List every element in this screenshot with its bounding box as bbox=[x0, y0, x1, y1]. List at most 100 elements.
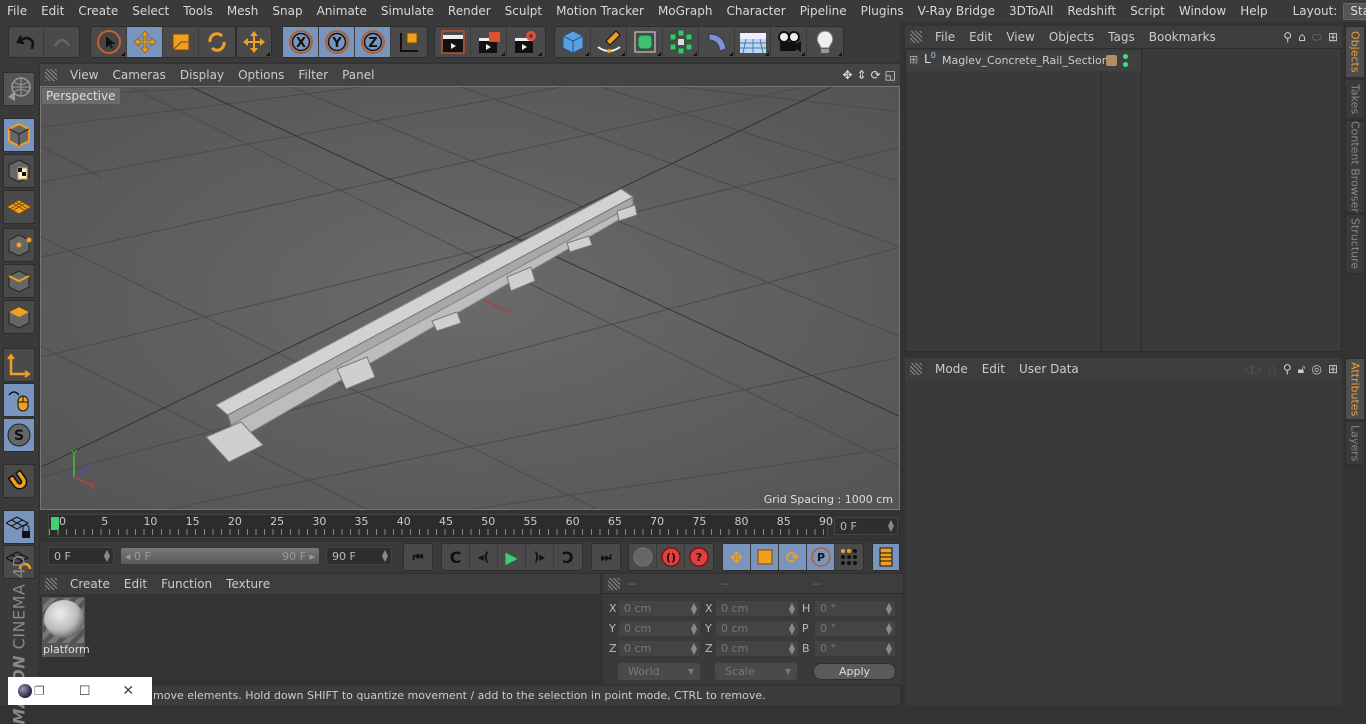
spinner-icon[interactable]: ▲ ▼ bbox=[691, 601, 697, 615]
redo-button[interactable] bbox=[44, 27, 79, 57]
menu-mograph[interactable]: MoGraph bbox=[651, 4, 720, 18]
3d-viewport[interactable] bbox=[40, 86, 900, 510]
viewport-menu-panel[interactable]: Panel bbox=[335, 68, 381, 82]
lock-workplane-button[interactable] bbox=[3, 510, 35, 544]
viewport-menu-options[interactable]: Options bbox=[231, 68, 291, 82]
menu-3dtoall[interactable]: 3DToAll bbox=[1002, 4, 1060, 18]
spinner-icon[interactable]: ▲ ▼ bbox=[789, 621, 795, 635]
panel-grip-icon[interactable] bbox=[608, 578, 620, 590]
frame-range-slider[interactable]: ◂ 0 F 90 F ▸ bbox=[120, 547, 320, 565]
previous-key-button[interactable]: C bbox=[442, 544, 470, 570]
key-position-button[interactable]: ✥ bbox=[723, 544, 751, 570]
coordinate-space-dropdown[interactable]: World ▼ bbox=[618, 663, 700, 680]
y-axis-button[interactable]: Y bbox=[319, 27, 355, 57]
autokey-button[interactable]: () bbox=[657, 544, 685, 570]
menu-mesh[interactable]: Mesh bbox=[220, 4, 266, 18]
spinner-icon[interactable]: ▲ ▼ bbox=[886, 601, 892, 615]
editor-visibility-dot[interactable] bbox=[1123, 54, 1128, 59]
size-y-field[interactable]: 0 cm ▲ ▼ bbox=[715, 620, 799, 637]
keyframe-selection-button[interactable]: ? bbox=[685, 544, 713, 570]
panel-grip-icon[interactable] bbox=[910, 31, 922, 43]
coordinate-system-button[interactable] bbox=[391, 27, 427, 57]
pos-y-field[interactable]: 0 cm ▲ ▼ bbox=[618, 620, 701, 637]
orbit-icon[interactable]: ⟳ bbox=[871, 68, 881, 82]
menu-file[interactable]: File bbox=[0, 4, 34, 18]
menu-create[interactable]: Create bbox=[71, 4, 125, 18]
render-settings-button[interactable] bbox=[507, 27, 543, 57]
eye-icon[interactable]: ⬭ bbox=[1312, 30, 1322, 45]
record-keys-button[interactable] bbox=[629, 544, 657, 570]
size-z-field[interactable]: 0 cm ▲ ▼ bbox=[715, 640, 799, 657]
material-menu-edit[interactable]: Edit bbox=[117, 577, 154, 591]
viewport-menu-cameras[interactable]: Cameras bbox=[105, 68, 172, 82]
tab-content-browser[interactable]: Content Browser bbox=[1345, 120, 1365, 213]
x-axis-button[interactable]: X bbox=[283, 27, 319, 57]
viewport-menu-display[interactable]: Display bbox=[173, 68, 231, 82]
rot-h-field[interactable]: 0 ° ▲ ▼ bbox=[814, 600, 896, 617]
menu-window[interactable]: Window bbox=[1172, 4, 1233, 18]
start-frame-field[interactable]: 0 F ▲ ▼ bbox=[48, 547, 114, 565]
viewport-menu-view[interactable]: View bbox=[63, 68, 105, 82]
tab-objects[interactable]: Objects bbox=[1345, 26, 1365, 78]
attribute-menu-user-data[interactable]: User Data bbox=[1012, 362, 1086, 376]
pen-spline-button[interactable] bbox=[591, 27, 627, 57]
pos-z-field[interactable]: 0 cm ▲ ▼ bbox=[618, 640, 701, 657]
apply-button[interactable]: Apply bbox=[813, 663, 896, 680]
move-button[interactable] bbox=[127, 27, 163, 57]
menu-select[interactable]: Select bbox=[125, 4, 176, 18]
timeline-ruler[interactable]: 0 5 10 15 20 25 30 35 40 45 50 55 60 65 70 75 80 85 90 bbox=[48, 514, 833, 538]
light-button[interactable] bbox=[807, 27, 843, 57]
menu-simulate[interactable]: Simulate bbox=[374, 4, 441, 18]
go-to-start-button[interactable]: ⏮ bbox=[404, 544, 432, 570]
attribute-menu-edit[interactable]: Edit bbox=[975, 362, 1012, 376]
rot-b-field[interactable]: 0 ° ▲ ▼ bbox=[814, 640, 896, 657]
solo-button[interactable]: S bbox=[3, 418, 35, 452]
go-to-end-button[interactable]: ⏭ bbox=[592, 544, 620, 570]
tab-layers[interactable]: Layers bbox=[1345, 421, 1365, 465]
home-icon[interactable]: ⌂ bbox=[1298, 30, 1306, 45]
model-mode-button[interactable] bbox=[3, 118, 35, 152]
close-icon[interactable]: ✕ bbox=[122, 683, 134, 699]
restore-icon[interactable]: ❐ bbox=[34, 684, 45, 698]
object-menu-view[interactable]: View bbox=[999, 30, 1041, 44]
attribute-menu-mode[interactable]: Mode bbox=[928, 362, 975, 376]
menu-character[interactable]: Character bbox=[719, 4, 792, 18]
new-window-icon[interactable]: ⊞ bbox=[1328, 362, 1338, 377]
cloner-button[interactable] bbox=[663, 27, 699, 57]
search-icon[interactable]: ⚲ bbox=[1283, 30, 1292, 45]
make-editable-button[interactable] bbox=[3, 72, 35, 106]
menu-plugins[interactable]: Plugins bbox=[854, 4, 911, 18]
axis-mode-button[interactable] bbox=[3, 348, 35, 382]
camera-button[interactable] bbox=[771, 27, 807, 57]
floor-button[interactable] bbox=[735, 27, 771, 57]
viewport-menu-filter[interactable]: Filter bbox=[291, 68, 335, 82]
render-visibility-dot[interactable] bbox=[1123, 62, 1128, 67]
render-view-button[interactable] bbox=[435, 27, 471, 57]
spinner-icon[interactable]: ▲ ▼ bbox=[691, 621, 697, 635]
object-name[interactable]: Maglev_Concrete_Rail_Section bbox=[942, 54, 1109, 67]
next-frame-button[interactable]: )▸ bbox=[526, 544, 554, 570]
object-menu-objects[interactable]: Objects bbox=[1042, 30, 1101, 44]
subdivision-surface-button[interactable] bbox=[627, 27, 663, 57]
maximize-icon[interactable]: ☐ bbox=[79, 684, 91, 699]
pos-x-field[interactable]: 0 cm ▲ ▼ bbox=[618, 600, 701, 617]
object-menu-bookmarks[interactable]: Bookmarks bbox=[1142, 30, 1223, 44]
spinner-icon[interactable]: ▲ ▼ bbox=[789, 641, 795, 655]
material-menu-create[interactable]: Create bbox=[63, 577, 117, 591]
material-menu-function[interactable]: Function bbox=[154, 577, 219, 591]
maximize-view-icon[interactable]: ◱ bbox=[885, 68, 896, 82]
up-arrow-icon[interactable]: △ bbox=[1268, 362, 1277, 377]
previous-frame-button[interactable]: ◂( bbox=[470, 544, 498, 570]
spinner-icon[interactable]: ▲ ▼ bbox=[886, 641, 892, 655]
menu-pipeline[interactable]: Pipeline bbox=[793, 4, 854, 18]
polygons-mode-button[interactable] bbox=[3, 300, 35, 334]
current-frame-field[interactable]: 0 F ▲ ▼ bbox=[834, 517, 898, 535]
menu-script[interactable]: Script bbox=[1123, 4, 1172, 18]
rot-p-field[interactable]: 0 ° ▲ ▼ bbox=[814, 620, 896, 637]
size-mode-dropdown[interactable]: Scale ▼ bbox=[715, 663, 797, 680]
rotate-button[interactable] bbox=[199, 27, 235, 57]
play-button[interactable]: ▶ bbox=[498, 544, 526, 570]
expand-icon[interactable]: ⊞ bbox=[909, 53, 918, 66]
object-menu-file[interactable]: File bbox=[928, 30, 962, 44]
key-pla-button[interactable] bbox=[835, 544, 863, 570]
